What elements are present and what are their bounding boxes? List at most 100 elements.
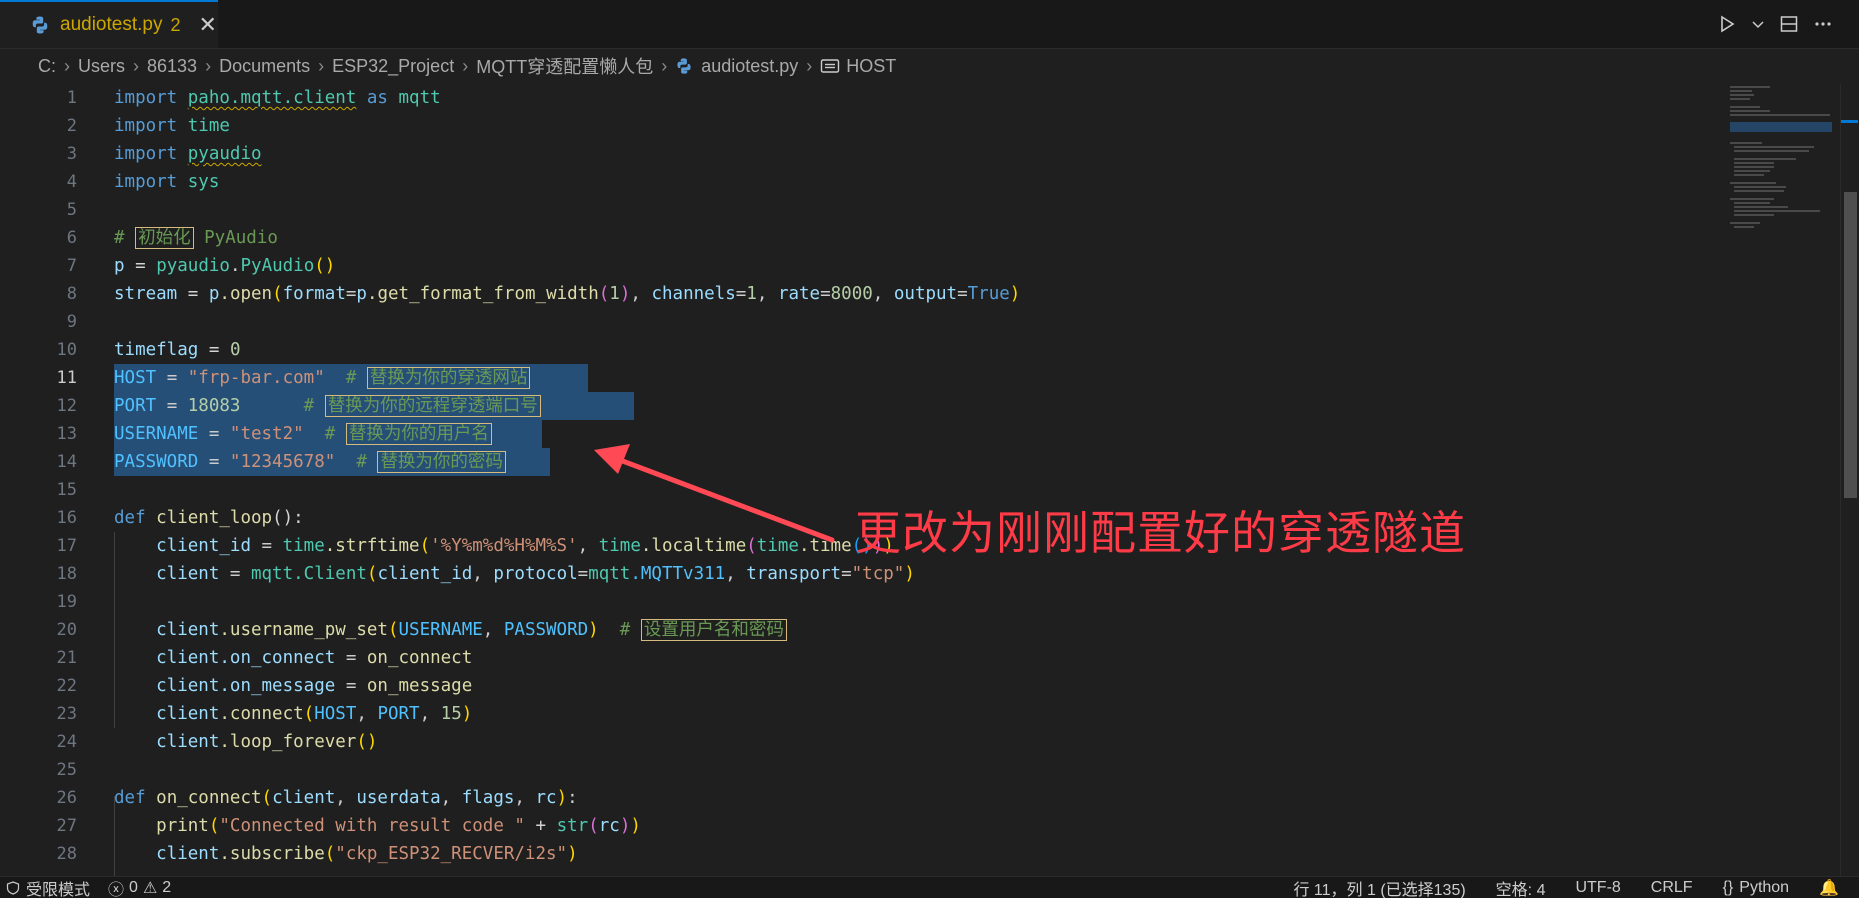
scrollbar-thumb[interactable] bbox=[1844, 192, 1857, 498]
line-number: 8 bbox=[66, 284, 77, 304]
code-line[interactable]: 3 import pyaudio bbox=[0, 140, 1720, 168]
chevron-right-icon: › bbox=[661, 55, 668, 76]
code-line[interactable]: 24 client.loop_forever() bbox=[0, 728, 1720, 756]
close-icon[interactable]: ✕ bbox=[198, 14, 216, 36]
code-line[interactable]: 11 HOST = "frp-bar.com" # 替换为你的穿透网站 bbox=[0, 364, 1720, 392]
chevron-down-icon[interactable] bbox=[1751, 17, 1765, 31]
code-text: client.connect(HOST, PORT, 15) bbox=[156, 704, 473, 724]
python-icon bbox=[677, 58, 691, 74]
split-editor-icon[interactable] bbox=[1779, 14, 1799, 34]
breadcrumb: C: › Users › 86133 › Documents › ESP32_Proje… bbox=[0, 48, 1859, 84]
code-line[interactable]: 23 client.connect(HOST, PORT, 15) bbox=[0, 700, 1720, 728]
code-text: client.username_pw_set(USERNAME, PASSWOR… bbox=[114, 616, 787, 644]
code-text: def on_connect(client, userdata, flags, … bbox=[114, 788, 578, 808]
chevron-right-icon: › bbox=[205, 55, 212, 76]
symbol-constant-icon bbox=[821, 59, 840, 73]
more-actions-icon[interactable] bbox=[1813, 14, 1833, 34]
line-number: 20 bbox=[56, 620, 77, 640]
chevron-right-icon: › bbox=[133, 55, 140, 76]
code-line[interactable]: 21 client.on_connect = on_connect bbox=[0, 644, 1720, 672]
code-text: import sys bbox=[114, 172, 220, 192]
restricted-mode-label: 受限模式 bbox=[26, 881, 91, 898]
code-line[interactable]: 8 stream = p.open(format=p.get_format_fr… bbox=[0, 280, 1720, 308]
code-line[interactable]: 13 USERNAME = "test2" # 替换为你的用户名 bbox=[0, 420, 1720, 448]
braces-icon: {} bbox=[1722, 878, 1734, 896]
breadcrumb-project[interactable]: ESP32_Project bbox=[332, 56, 454, 77]
code-line[interactable]: 5 bbox=[0, 196, 1720, 224]
code-line[interactable]: 26 def on_connect(client, userdata, flag… bbox=[0, 784, 1720, 812]
code-text: p = pyaudio.PyAudio() bbox=[114, 256, 336, 276]
minimap-selection bbox=[1730, 122, 1832, 132]
annotation-text: 更改为刚刚配置好的穿透隧道 bbox=[855, 506, 1466, 560]
line-ending[interactable]: CRLF bbox=[1651, 879, 1693, 897]
code-text: client = mqtt.Client(client_id, protocol… bbox=[156, 564, 915, 584]
code-text: def client_loop(): bbox=[114, 508, 304, 528]
tab-audiotest[interactable]: audiotest.py 2 ✕ bbox=[0, 0, 218, 48]
vertical-scrollbar[interactable] bbox=[1840, 84, 1859, 876]
code-text: stream = p.open(format=p.get_format_from… bbox=[114, 284, 1021, 304]
code-text: client_id = time.strftime('%Y%m%d%H%M%S'… bbox=[156, 536, 894, 556]
code-text: PORT = 18083 # 替换为你的远程穿透端口号 bbox=[114, 392, 541, 420]
code-line[interactable]: 19 bbox=[0, 588, 1720, 616]
python-icon bbox=[32, 16, 48, 34]
code-line[interactable]: 18 client = mqtt.Client(client_id, proto… bbox=[0, 560, 1720, 588]
code-line[interactable]: 6 # 初始化 PyAudio bbox=[0, 224, 1720, 252]
code-line[interactable]: 12 PORT = 18083 # 替换为你的远程穿透端口号 bbox=[0, 392, 1720, 420]
warning-icon: ⚠ bbox=[142, 879, 158, 897]
line-number: 26 bbox=[56, 788, 77, 808]
code-line[interactable]: 20 client.username_pw_set(USERNAME, PASS… bbox=[0, 616, 1720, 644]
error-count: 0 bbox=[129, 878, 138, 896]
code-editor[interactable]: 1 import paho.mqtt.client as mqtt 2 impo… bbox=[0, 84, 1720, 876]
code-line[interactable]: 22 client.on_message = on_message bbox=[0, 672, 1720, 700]
line-number: 14 bbox=[56, 452, 77, 472]
code-line[interactable]: 9 bbox=[0, 308, 1720, 336]
restricted-mode-indicator[interactable]: 受限模式 bbox=[6, 877, 91, 898]
breadcrumb-users[interactable]: Users bbox=[78, 56, 125, 77]
run-icon[interactable] bbox=[1717, 14, 1737, 34]
code-line[interactable]: 28 client.subscribe("ckp_ESP32_RECVER/i2… bbox=[0, 840, 1720, 868]
code-text: client.loop_forever() bbox=[156, 732, 378, 752]
breadcrumb-drive[interactable]: C: bbox=[38, 56, 56, 77]
code-line[interactable]: 14 PASSWORD = "12345678" # 替换为你的密码 bbox=[0, 448, 1720, 476]
code-line[interactable]: 1 import paho.mqtt.client as mqtt bbox=[0, 84, 1720, 112]
chevron-right-icon: › bbox=[806, 55, 813, 76]
code-line[interactable]: 4 import sys bbox=[0, 168, 1720, 196]
code-line[interactable]: 2 import time bbox=[0, 112, 1720, 140]
line-number: 9 bbox=[66, 312, 77, 332]
breadcrumb-file[interactable]: audiotest.py bbox=[701, 56, 798, 77]
code-line[interactable]: 25 bbox=[0, 756, 1720, 784]
tab-bar: audiotest.py 2 ✕ bbox=[0, 0, 1859, 49]
line-number: 22 bbox=[56, 676, 77, 696]
line-number: 10 bbox=[56, 340, 77, 360]
line-number: 19 bbox=[56, 592, 77, 612]
code-line[interactable]: 27 print("Connected with result code " +… bbox=[0, 812, 1720, 840]
line-number: 3 bbox=[66, 144, 77, 164]
line-number: 15 bbox=[56, 480, 77, 500]
code-line[interactable]: 10 timeflag = 0 bbox=[0, 336, 1720, 364]
tab-problem-count: 2 bbox=[170, 14, 181, 35]
chevron-right-icon: › bbox=[318, 55, 325, 76]
code-text: import pyaudio bbox=[114, 144, 262, 164]
line-number: 27 bbox=[56, 816, 77, 836]
problems-indicator[interactable]: ⓧ 0 ⚠ 2 bbox=[108, 877, 171, 898]
code-text: USERNAME = "test2" # 替换为你的用户名 bbox=[114, 420, 492, 448]
line-number: 21 bbox=[56, 648, 77, 668]
indentation[interactable]: 空格: 4 bbox=[1496, 877, 1546, 898]
breadcrumb-documents[interactable]: Documents bbox=[219, 56, 310, 77]
shield-icon bbox=[6, 880, 20, 895]
line-number: 7 bbox=[66, 256, 77, 276]
code-line[interactable]: 7 p = pyaudio.PyAudio() bbox=[0, 252, 1720, 280]
editor-actions bbox=[1717, 0, 1859, 48]
cursor-position[interactable]: 行 11，列 1 (已选择135) bbox=[1293, 877, 1465, 898]
line-number: 6 bbox=[66, 228, 77, 248]
breadcrumb-user[interactable]: 86133 bbox=[147, 56, 197, 77]
code-text: import paho.mqtt.client as mqtt bbox=[114, 88, 441, 108]
bell-icon[interactable]: 🔔 bbox=[1819, 878, 1839, 898]
code-text: timeflag = 0 bbox=[114, 340, 241, 360]
language-mode[interactable]: {} Python bbox=[1723, 879, 1790, 897]
breadcrumb-symbol[interactable]: HOST bbox=[846, 56, 896, 77]
minimap[interactable] bbox=[1720, 84, 1840, 876]
encoding[interactable]: UTF-8 bbox=[1575, 879, 1620, 897]
line-number: 25 bbox=[56, 760, 77, 780]
breadcrumb-folder[interactable]: MQTT穿透配置懒人包 bbox=[476, 53, 653, 79]
